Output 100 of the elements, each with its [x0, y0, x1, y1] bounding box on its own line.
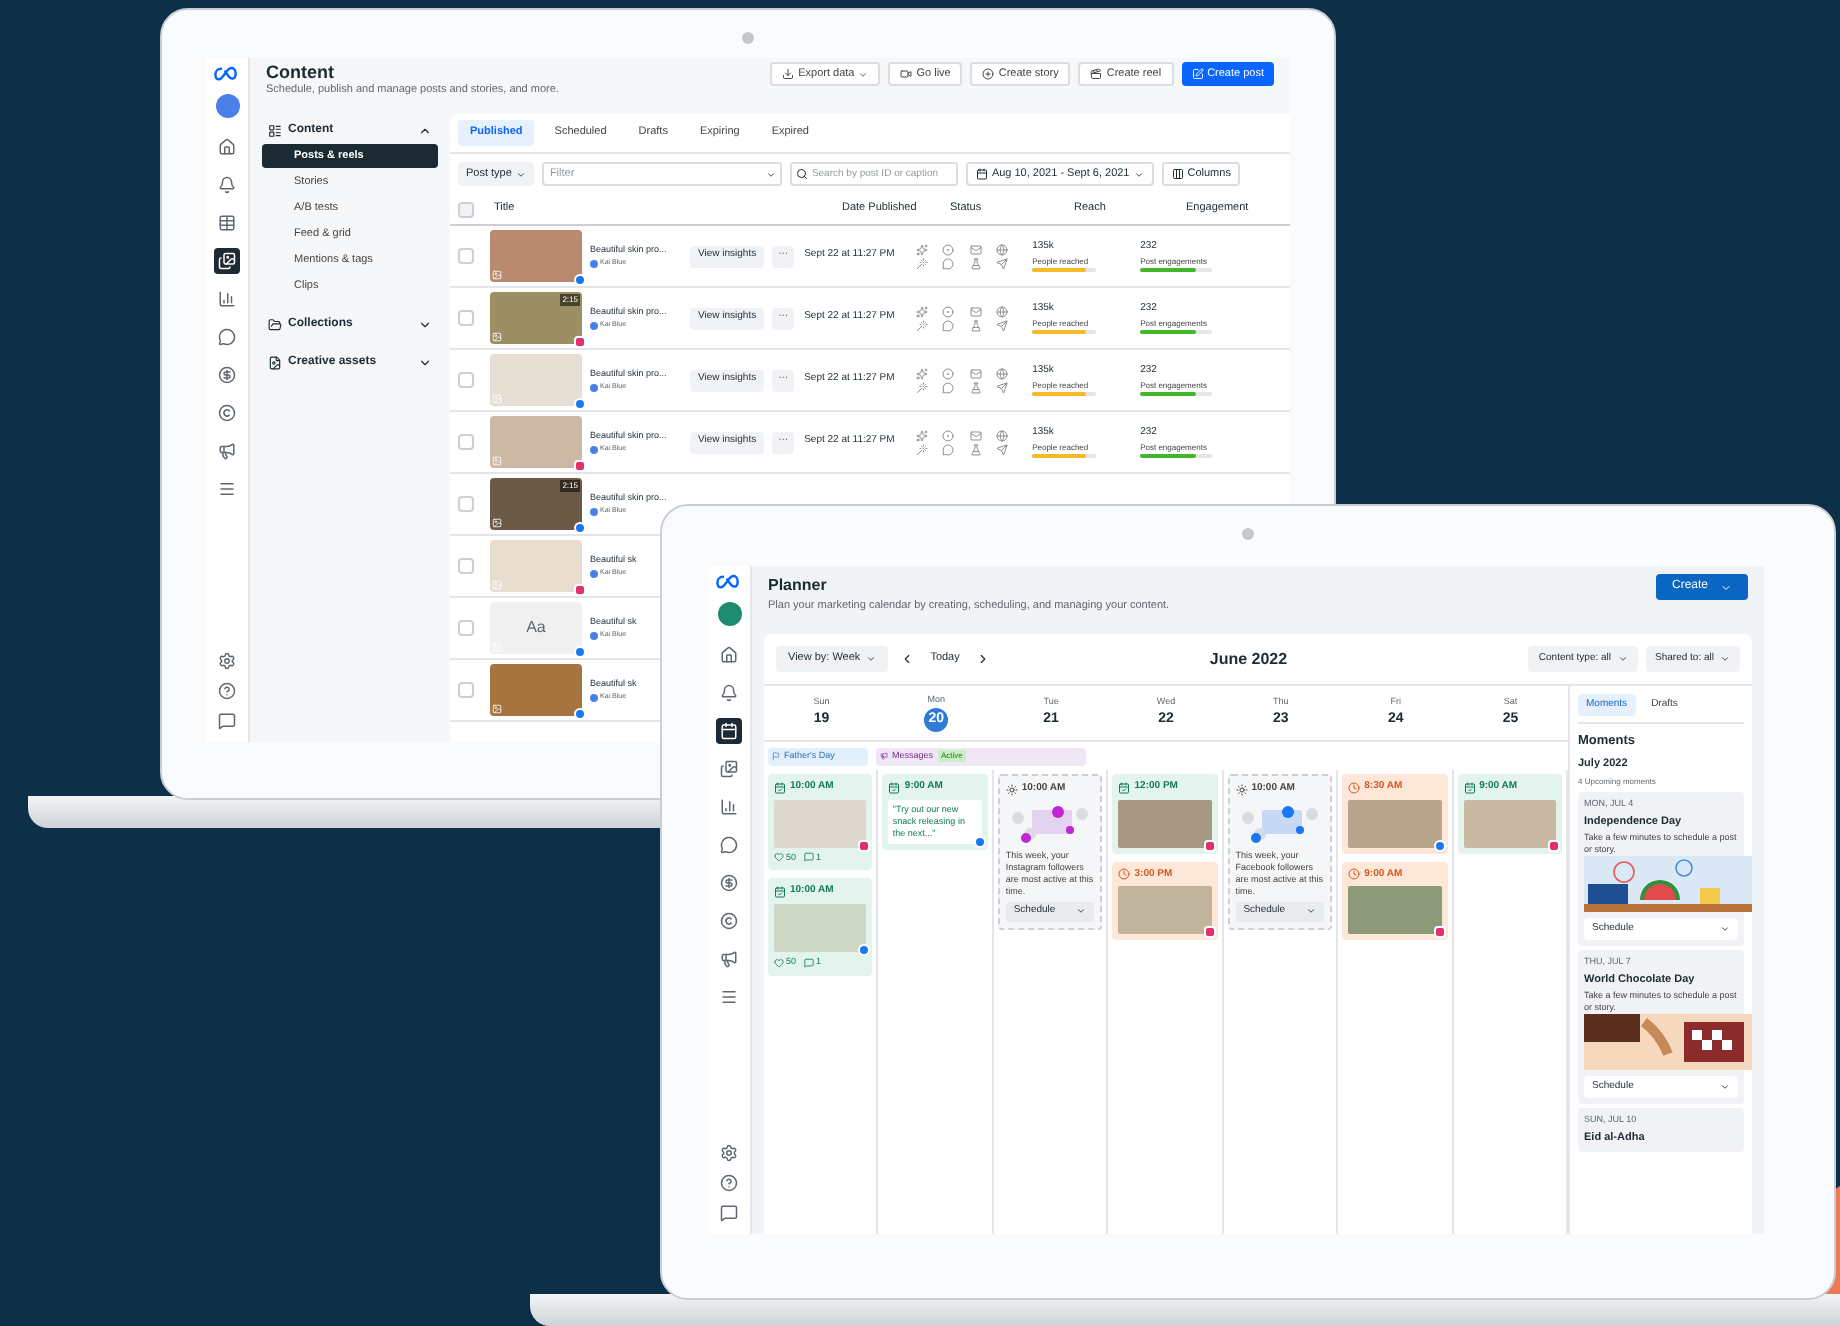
send-icon: [995, 319, 1008, 331]
settings-icon[interactable]: [720, 1144, 738, 1162]
checkbox[interactable]: [458, 682, 474, 698]
help-icon[interactable]: [218, 682, 236, 700]
flask-icon: [969, 319, 982, 331]
pen-icon: [1191, 68, 1204, 80]
bell-icon[interactable]: [716, 679, 742, 706]
chat-icon[interactable]: [214, 323, 240, 350]
mail-icon: [969, 243, 982, 255]
month-label: June 2022: [1209, 647, 1288, 671]
next-icon[interactable]: [975, 652, 990, 666]
mail-icon: [969, 305, 982, 317]
help-icon[interactable]: [720, 1174, 738, 1192]
avatar[interactable]: [717, 601, 741, 626]
home-icon[interactable]: [716, 641, 742, 668]
home-icon[interactable]: [214, 133, 240, 160]
calendar-check-icon: [1463, 781, 1476, 794]
instagram-icon: [1547, 839, 1560, 851]
feedback-icon[interactable]: [720, 1204, 738, 1222]
calendar-icon: [975, 168, 988, 180]
caret-icon: [1306, 906, 1317, 916]
sun-icon: [1235, 783, 1248, 796]
image-icon: [492, 270, 502, 280]
checkbox[interactable]: [458, 620, 474, 636]
caret-icon: [1076, 906, 1087, 916]
page-title: Content: [266, 62, 336, 82]
author-avatar: [590, 445, 598, 454]
dollar-icon[interactable]: [716, 869, 742, 896]
settings-icon[interactable]: [218, 652, 236, 670]
flag-icon: [772, 752, 780, 760]
images-icon[interactable]: [214, 247, 240, 274]
calendar-check-icon: [774, 781, 786, 794]
caret-icon: [515, 169, 526, 179]
avatar[interactable]: [215, 93, 239, 118]
instagram-icon: [858, 839, 871, 851]
feedback-icon[interactable]: [218, 712, 236, 730]
columns-icon: [1171, 168, 1184, 180]
like-icon: [774, 852, 784, 863]
calendar-icon[interactable]: [716, 717, 742, 744]
chat-icon[interactable]: [716, 831, 742, 858]
image-icon: [492, 518, 502, 528]
checkbox[interactable]: [458, 248, 474, 264]
globe-icon: [995, 429, 1008, 441]
instagram-icon: [1433, 926, 1446, 938]
clock-icon: [1348, 781, 1361, 794]
globe-icon: [995, 305, 1008, 317]
list-icon: [268, 123, 282, 137]
checkbox[interactable]: [458, 558, 474, 574]
caret-icon: [1720, 924, 1730, 934]
folder-icon: [268, 317, 282, 331]
instagram-icon: [1203, 926, 1216, 938]
image-icon: [492, 456, 502, 466]
author-avatar: [590, 693, 598, 702]
facebook-icon: [1433, 839, 1446, 851]
copyright-icon[interactable]: [214, 399, 240, 426]
globe-icon: [995, 243, 1008, 255]
circle-icon: [942, 243, 955, 255]
video-icon: [900, 68, 913, 80]
author-avatar: [590, 569, 598, 578]
circle-icon: [942, 367, 955, 379]
facebook-icon: [574, 522, 586, 534]
plus-circle-icon: [982, 68, 995, 80]
image-icon: [492, 704, 502, 714]
caret-icon: [1617, 654, 1628, 664]
sun-icon: [1005, 783, 1018, 796]
caret-icon: [866, 654, 877, 664]
author-avatar: [590, 507, 598, 516]
chat-icon: [942, 319, 955, 331]
checkbox[interactable]: [458, 310, 474, 326]
checkbox[interactable]: [458, 434, 474, 450]
previous-icon[interactable]: [900, 652, 915, 666]
instagram-icon: [574, 336, 586, 348]
checkbox[interactable]: [458, 372, 474, 388]
instagram-icon: [1203, 839, 1216, 851]
globe-icon: [995, 367, 1008, 379]
facebook-icon: [973, 835, 986, 847]
facebook-icon: [574, 708, 586, 720]
megaphone-icon: [880, 752, 888, 760]
caret-icon: [765, 169, 776, 179]
mail-icon: [969, 429, 982, 441]
file-image-icon: [268, 355, 282, 369]
instagram-icon: [574, 584, 586, 596]
caret-icon: [1720, 581, 1732, 593]
sparkles-icon: [916, 305, 929, 317]
send-icon: [995, 381, 1008, 393]
checkbox[interactable]: [458, 496, 474, 512]
flask-icon: [969, 443, 982, 455]
image-icon: [492, 332, 502, 342]
chat-icon: [942, 381, 955, 393]
copyright-icon[interactable]: [716, 907, 742, 934]
image-icon: [492, 394, 502, 404]
clapperboard-icon: [1090, 68, 1103, 80]
clock-icon: [1348, 868, 1361, 881]
dollar-icon[interactable]: [214, 361, 240, 388]
bell-icon[interactable]: [214, 171, 240, 198]
calendar-check-icon: [774, 886, 786, 898]
checkbox[interactable]: [458, 201, 474, 217]
facebook-icon: [858, 943, 871, 956]
comment-icon: [804, 852, 815, 863]
caret-icon: [858, 69, 869, 79]
